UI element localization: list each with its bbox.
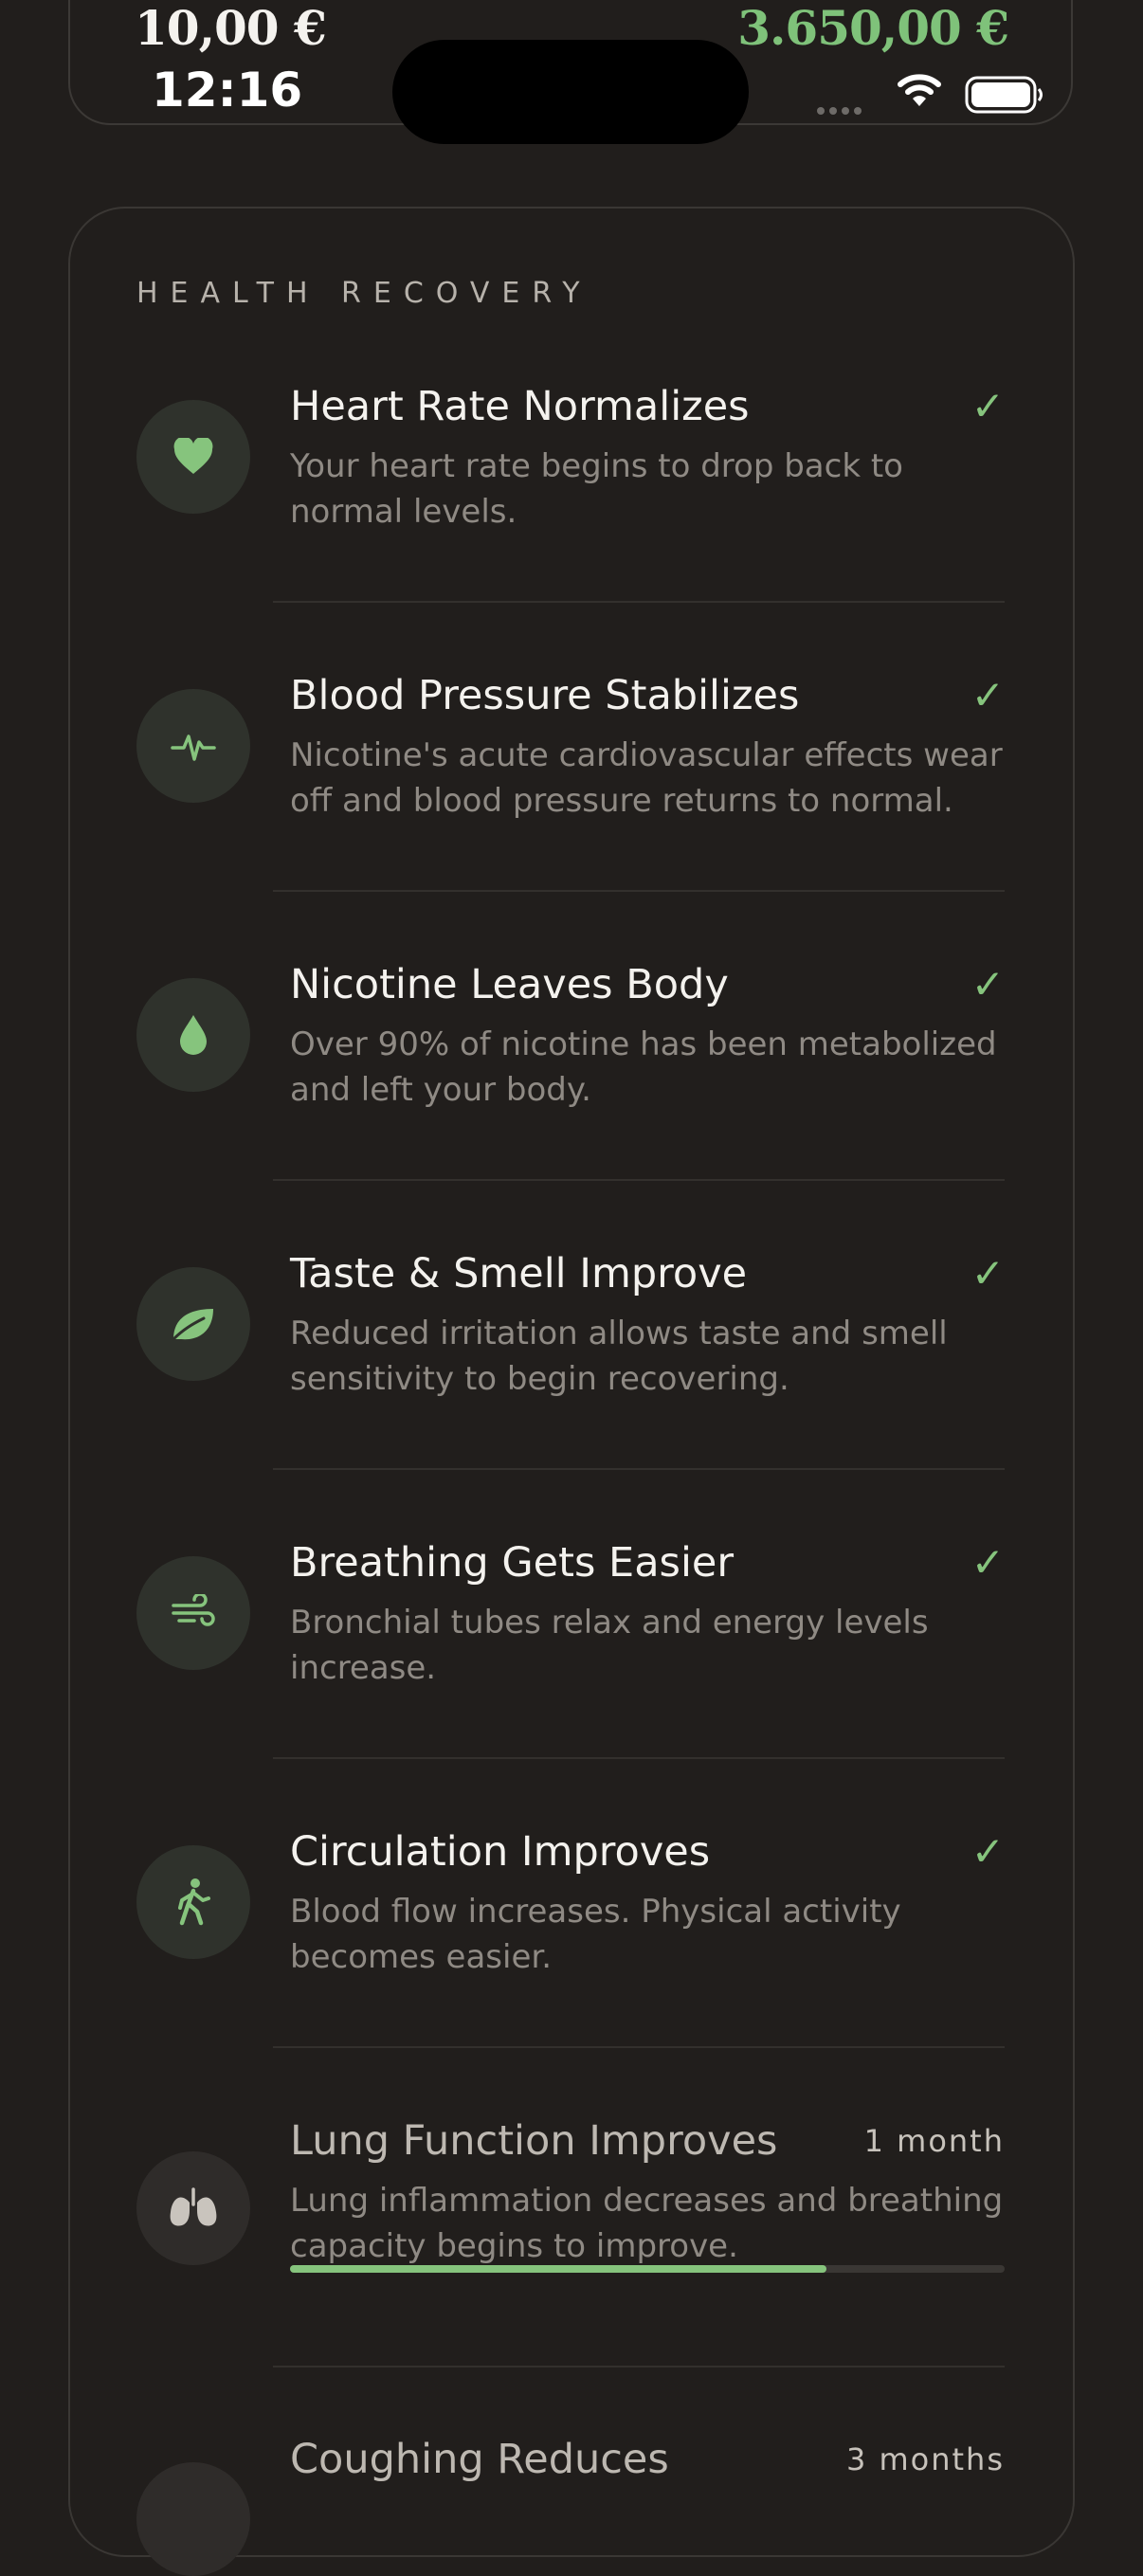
milestone-description: Over 90% of nicotine has been metabolize… xyxy=(290,1025,997,1109)
complete-check-icon: ✓ xyxy=(971,672,1005,718)
milestone-icon-wrap xyxy=(136,2151,250,2265)
milestone-progress-bar xyxy=(290,2265,1005,2273)
divider xyxy=(273,2366,1005,2367)
milestone-icon-wrap xyxy=(136,400,250,514)
complete-check-icon: ✓ xyxy=(971,383,1005,429)
section-title: HEALTH RECOVERY xyxy=(136,277,592,310)
complete-check-icon: ✓ xyxy=(971,961,1005,1007)
divider xyxy=(273,890,1005,892)
milestone-description: Bronchial tubes relax and energy levels … xyxy=(290,1604,929,1687)
status-icons xyxy=(817,70,1044,116)
milestone-icon-wrap xyxy=(136,2462,250,2576)
milestone-title: Circulation Improves xyxy=(290,1828,711,1876)
wind-icon xyxy=(172,1594,215,1626)
total-saved-value: 3.650,00 € xyxy=(737,0,1009,56)
battery-icon xyxy=(965,76,1043,114)
milestone-description: Your heart rate begins to drop back to n… xyxy=(290,447,903,531)
status-time: 12:16 xyxy=(152,63,303,118)
divider xyxy=(273,1179,1005,1181)
milestone-title: Taste & Smell Improve xyxy=(290,1250,748,1297)
complete-check-icon: ✓ xyxy=(971,1539,1005,1586)
milestone-icon-wrap xyxy=(136,1556,250,1670)
milestone-title: Heart Rate Normalizes xyxy=(290,383,750,430)
pulse-icon xyxy=(171,735,216,761)
daily-cost-value: 10,00 € xyxy=(135,0,327,56)
cellular-signal-icon xyxy=(817,100,866,118)
milestone-description: Nicotine's acute cardiovascular effects … xyxy=(290,736,1003,820)
milestone-title: Blood Pressure Stabilizes xyxy=(290,672,800,719)
milestone-description: Reduced irritation allows taste and smel… xyxy=(290,1315,948,1398)
divider xyxy=(273,1757,1005,1759)
wifi-icon xyxy=(898,74,941,106)
milestone-title: Breathing Gets Easier xyxy=(290,1539,735,1587)
lungs-icon xyxy=(170,2187,217,2226)
dynamic-island xyxy=(392,40,749,144)
heart-icon xyxy=(173,438,213,474)
milestone-icon-wrap xyxy=(136,1845,250,1959)
complete-check-icon: ✓ xyxy=(971,1250,1005,1297)
progress-fill xyxy=(290,2265,826,2273)
divider xyxy=(273,601,1005,603)
milestone-icon-wrap xyxy=(136,689,250,803)
milestone-title: Coughing Reduces xyxy=(290,2436,669,2483)
drop-icon xyxy=(180,1015,207,1055)
leaf-icon xyxy=(172,1309,213,1341)
divider xyxy=(273,1468,1005,1470)
divider xyxy=(273,2046,1005,2048)
milestone-icon-wrap xyxy=(136,978,250,1092)
milestone-duration: 1 month xyxy=(863,2123,1005,2159)
milestone-icon-wrap xyxy=(136,1267,250,1381)
milestone-description: Blood flow increases. Physical activity … xyxy=(290,1893,901,1976)
complete-check-icon: ✓ xyxy=(971,1828,1005,1875)
milestone-description: Lung inflammation decreases and breathin… xyxy=(290,2182,1004,2265)
milestone-duration: 3 months xyxy=(845,2441,1005,2477)
milestone-title: Lung Function Improves xyxy=(290,2117,778,2165)
milestone-title: Nicotine Leaves Body xyxy=(290,961,729,1008)
walking-icon xyxy=(178,1878,210,1926)
